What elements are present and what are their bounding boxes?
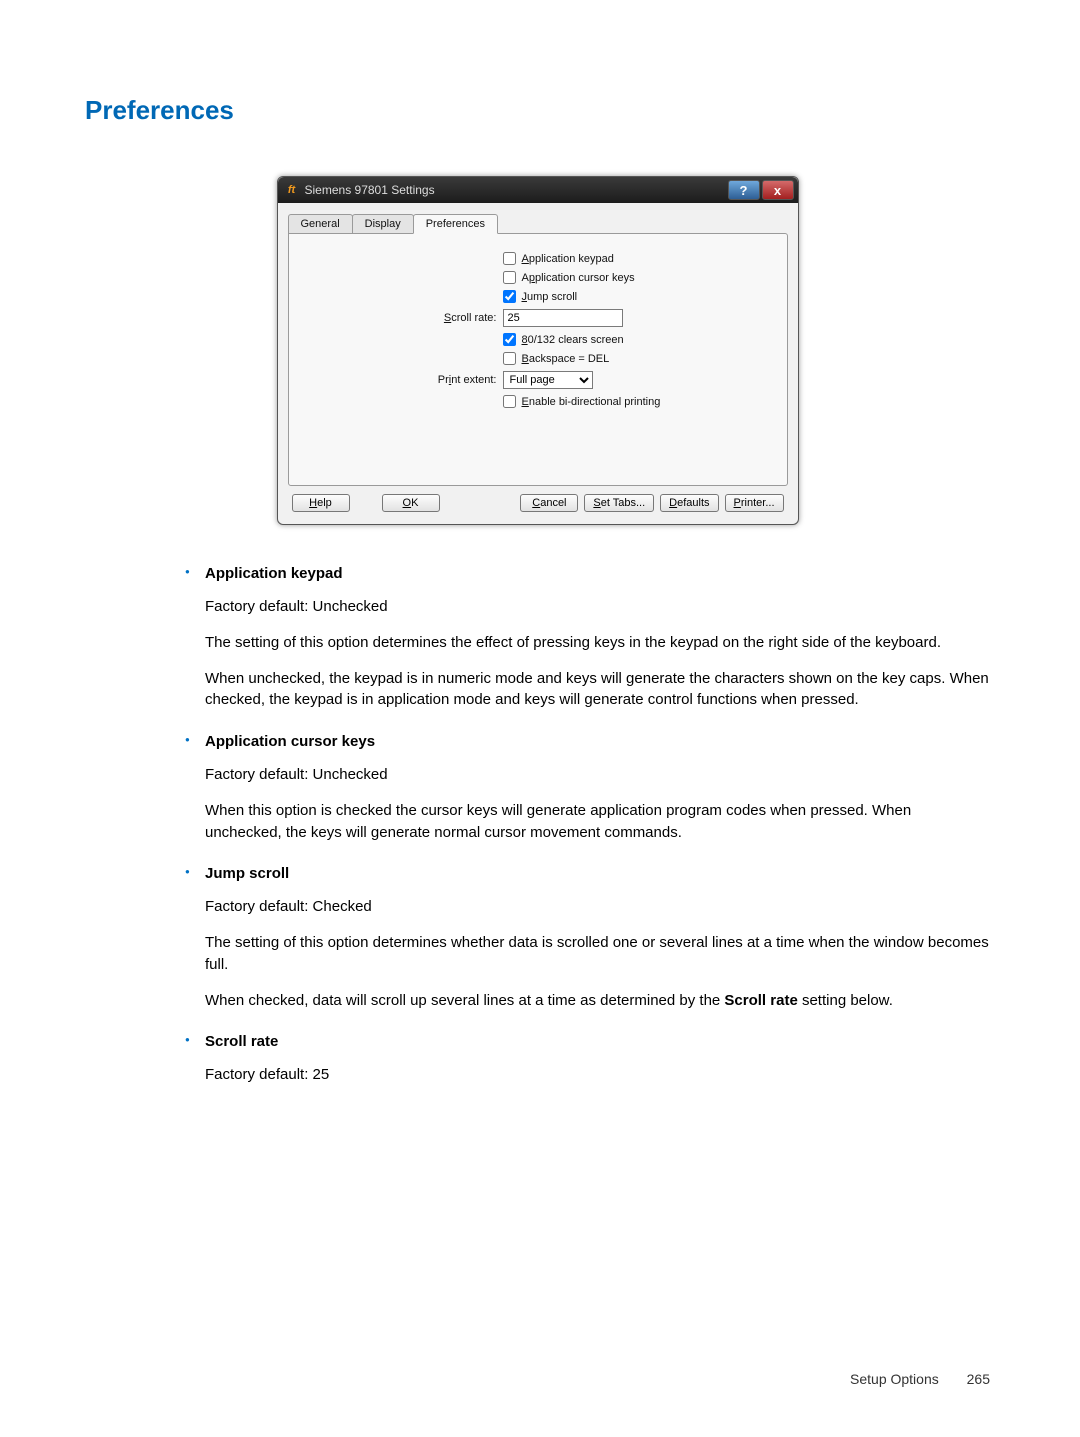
print-extent-select[interactable]: Full page [503,371,593,389]
page-footer: Setup Options 265 [850,1371,990,1387]
checkbox-bidir-print[interactable]: Enable bi-directional printing [503,395,773,408]
ok-button[interactable]: OK [382,494,440,512]
defaults-button[interactable]: Defaults [660,494,718,512]
tab-preferences[interactable]: Preferences [413,214,498,234]
clears-screen-label: 80/132 clears screen [522,334,624,346]
app-icon: ft [284,182,300,198]
scroll-rate-input[interactable] [503,309,623,327]
checkbox-app-cursor[interactable]: Application cursor keys [503,271,773,284]
item-para: The setting of this option determines wh… [205,932,990,976]
tab-pane: Application keypad Application cursor ke… [288,233,788,486]
item-title: Jump scroll [205,865,990,882]
item-para: Factory default: Unchecked [205,764,990,786]
item-para: Factory default: Unchecked [205,596,990,618]
scroll-rate-label: Scroll rate: [303,312,503,324]
item-title: Application keypad [205,565,990,582]
list-item: Application keypad Factory default: Unch… [185,565,990,711]
app-keypad-label: Application keypad [522,253,614,265]
backspace-del-label: Backspace = DEL [522,353,610,365]
item-para: When unchecked, the keypad is in numeric… [205,668,990,712]
titlebar-help-button[interactable]: ? [728,180,760,200]
section-title: Preferences [85,95,990,126]
jump-scroll-input[interactable] [503,290,516,303]
item-para: When checked, data will scroll up severa… [205,990,990,1012]
list-item: Scroll rate Factory default: 25 [185,1033,990,1086]
dialog-button-row: Help OK Cancel Set Tabs... Defaults Prin… [288,486,788,518]
footer-label: Setup Options [850,1371,939,1387]
option-list: Application keypad Factory default: Unch… [185,565,990,1086]
item-para: The setting of this option determines th… [205,632,990,654]
app-keypad-input[interactable] [503,252,516,265]
help-button[interactable]: Help [292,494,350,512]
checkbox-backspace-del[interactable]: Backspace = DEL [503,352,773,365]
jump-scroll-label: Jump scroll [522,291,578,303]
item-para: When this option is checked the cursor k… [205,800,990,844]
checkbox-jump-scroll[interactable]: Jump scroll [503,290,773,303]
set-tabs-button[interactable]: Set Tabs... [584,494,654,512]
item-title: Application cursor keys [205,733,990,750]
item-title: Scroll rate [205,1033,990,1050]
close-icon[interactable]: x [762,180,794,200]
printer-button[interactable]: Printer... [725,494,784,512]
checkbox-clears-screen[interactable]: 80/132 clears screen [503,333,773,346]
item-para: Factory default: Checked [205,896,990,918]
item-para: Factory default: 25 [205,1064,990,1086]
clears-screen-input[interactable] [503,333,516,346]
app-cursor-label: Application cursor keys [522,272,635,284]
page-number: 265 [967,1371,990,1387]
list-item: Application cursor keys Factory default:… [185,733,990,843]
backspace-del-input[interactable] [503,352,516,365]
cancel-button[interactable]: Cancel [520,494,578,512]
screenshot-wrap: ft Siemens 97801 Settings ? x General Di… [85,176,990,525]
tab-strip: General Display Preferences [288,214,788,234]
titlebar: ft Siemens 97801 Settings ? x [278,177,798,203]
window-title: Siemens 97801 Settings [305,183,726,197]
checkbox-app-keypad[interactable]: Application keypad [503,252,773,265]
list-item: Jump scroll Factory default: Checked The… [185,865,990,1011]
app-cursor-input[interactable] [503,271,516,284]
settings-dialog: ft Siemens 97801 Settings ? x General Di… [277,176,799,525]
tab-display[interactable]: Display [352,214,414,234]
bidir-print-input[interactable] [503,395,516,408]
print-extent-label: Print extent: [303,374,503,386]
tab-general[interactable]: General [288,214,353,234]
bidir-print-label: Enable bi-directional printing [522,396,661,408]
